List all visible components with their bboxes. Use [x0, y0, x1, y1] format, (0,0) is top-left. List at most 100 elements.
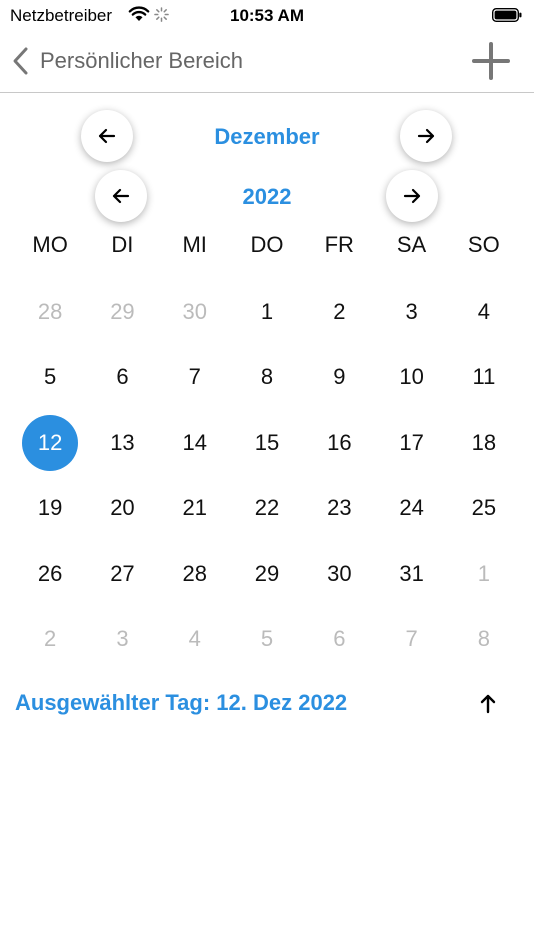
calendar-day[interactable]: 9: [303, 345, 375, 411]
plus-icon[interactable]: [472, 42, 510, 80]
calendar-day[interactable]: 7: [159, 345, 231, 411]
calendar-day[interactable]: 11: [448, 345, 520, 411]
calendar-day-number: 26: [37, 560, 63, 586]
calendar-day[interactable]: 5: [14, 345, 86, 411]
calendar-day[interactable]: 5: [231, 607, 303, 673]
arrow-left-icon: [98, 128, 116, 144]
calendar-day-number: 19: [37, 495, 63, 521]
calendar-day[interactable]: 1: [231, 279, 303, 345]
calendar-day-number: 6: [333, 626, 346, 652]
calendar-day[interactable]: 27: [86, 541, 158, 607]
calendar-day[interactable]: 21: [159, 476, 231, 542]
calendar-day-number: 28: [182, 560, 207, 586]
calendar-day[interactable]: 20: [86, 476, 158, 542]
calendar-day-number: 31: [399, 560, 424, 586]
arrow-right-icon: [417, 128, 435, 144]
weekday-sunday: SO: [467, 232, 500, 257]
calendar-day[interactable]: 17: [375, 410, 447, 476]
calendar-day-number: 8: [260, 364, 274, 390]
status-bar: Netzbetreiber 10:53 AM: [0, 0, 534, 30]
calendar-day[interactable]: 23: [303, 476, 375, 542]
weekday-header: MO DI MI DO FR SA SO: [14, 232, 520, 258]
calendar-day[interactable]: 15: [231, 410, 303, 476]
calendar-day-number: 4: [477, 298, 491, 324]
calendar-day[interactable]: 28: [159, 541, 231, 607]
calendar-day[interactable]: 8: [448, 607, 520, 673]
calendar-day-selected[interactable]: 12: [14, 410, 86, 476]
calendar-day[interactable]: 29: [86, 279, 158, 345]
calendar-day-number: 2: [44, 626, 57, 652]
calendar-day[interactable]: 19: [14, 476, 86, 542]
calendar-day[interactable]: 6: [86, 345, 158, 411]
weekday-wednesday: MI: [182, 232, 207, 257]
calendar-day-number: 3: [116, 626, 129, 652]
calendar-day[interactable]: 4: [448, 279, 520, 345]
back-button-label: Persönlicher Bereich: [40, 48, 243, 73]
calendar-day[interactable]: 2: [303, 279, 375, 345]
battery-icon: [492, 8, 522, 22]
weekday-friday: FR: [324, 232, 354, 257]
weekday-saturday: SA: [396, 232, 427, 257]
calendar-day-number: 28: [37, 298, 63, 324]
calendar-day[interactable]: 14: [159, 410, 231, 476]
calendar-day-number: 30: [182, 298, 207, 324]
calendar-day[interactable]: 25: [448, 476, 520, 542]
calendar-day-number: 30: [327, 560, 352, 586]
calendar-day-number: 15: [254, 429, 280, 455]
weekday-tuesday: DI: [111, 232, 134, 257]
calendar-day[interactable]: 16: [303, 410, 375, 476]
calendar-day-number: 7: [188, 364, 201, 390]
calendar-day-number: 2: [333, 298, 346, 324]
calendar-day-number: 25: [471, 495, 497, 521]
status-time: 10:53 AM: [229, 6, 304, 25]
calendar-day-number: 5: [260, 626, 274, 652]
calendar-day-number: 18: [471, 429, 497, 455]
calendar-day-number: 23: [327, 495, 352, 521]
calendar-day-number: 27: [110, 560, 135, 586]
calendar-day[interactable]: 26: [14, 541, 86, 607]
calendar-day[interactable]: 3: [86, 607, 158, 673]
arrow-up-icon[interactable]: [476, 692, 500, 716]
calendar-day[interactable]: 6: [303, 607, 375, 673]
calendar-day[interactable]: 31: [375, 541, 447, 607]
calendar-day[interactable]: 24: [375, 476, 447, 542]
calendar-day[interactable]: 10: [375, 345, 447, 411]
selected-day-text: Ausgewählter Tag: 12. Dez 2022: [15, 690, 348, 715]
month-selector: Dezember: [0, 110, 534, 162]
back-button[interactable]: Persönlicher Bereich: [10, 44, 243, 78]
calendar-day-number: 16: [327, 429, 352, 455]
calendar-day[interactable]: 1: [448, 541, 520, 607]
calendar-day-number: 8: [477, 626, 491, 652]
calendar-day-number: 24: [399, 495, 424, 521]
calendar-day-number: 12: [22, 414, 79, 471]
calendar-day-number: 1: [260, 298, 274, 324]
navigation-bar: Persönlicher Bereich: [0, 30, 534, 93]
calendar-day[interactable]: 4: [159, 607, 231, 673]
calendar-day[interactable]: 3: [375, 279, 447, 345]
calendar-day[interactable]: 30: [159, 279, 231, 345]
calendar-day[interactable]: 22: [231, 476, 303, 542]
calendar-day-number: 20: [110, 495, 135, 521]
next-year-button[interactable]: [386, 170, 438, 222]
next-month-button[interactable]: [400, 110, 452, 162]
calendar-day-number: 4: [188, 626, 201, 652]
previous-month-button[interactable]: [81, 110, 133, 162]
weekday-monday: MO: [32, 232, 68, 257]
calendar-day[interactable]: 30: [303, 541, 375, 607]
previous-year-button[interactable]: [95, 170, 147, 222]
calendar-day[interactable]: 2: [14, 607, 86, 673]
calendar-day[interactable]: 7: [375, 607, 447, 673]
calendar-day-number: 9: [333, 364, 346, 390]
calendar-day[interactable]: 28: [14, 279, 86, 345]
chevron-left-icon: [13, 47, 28, 75]
calendar-day-number: 14: [182, 429, 207, 455]
arrow-left-icon: [112, 188, 130, 204]
calendar-day-number: 29: [254, 560, 280, 586]
calendar-day-number: 21: [182, 495, 207, 521]
calendar-day[interactable]: 18: [448, 410, 520, 476]
calendar-day[interactable]: 13: [86, 410, 158, 476]
calendar-day[interactable]: 29: [231, 541, 303, 607]
calendar-day-number: 1: [477, 560, 491, 586]
calendar-day[interactable]: 8: [231, 345, 303, 411]
calendar-day-number: 6: [116, 364, 129, 390]
